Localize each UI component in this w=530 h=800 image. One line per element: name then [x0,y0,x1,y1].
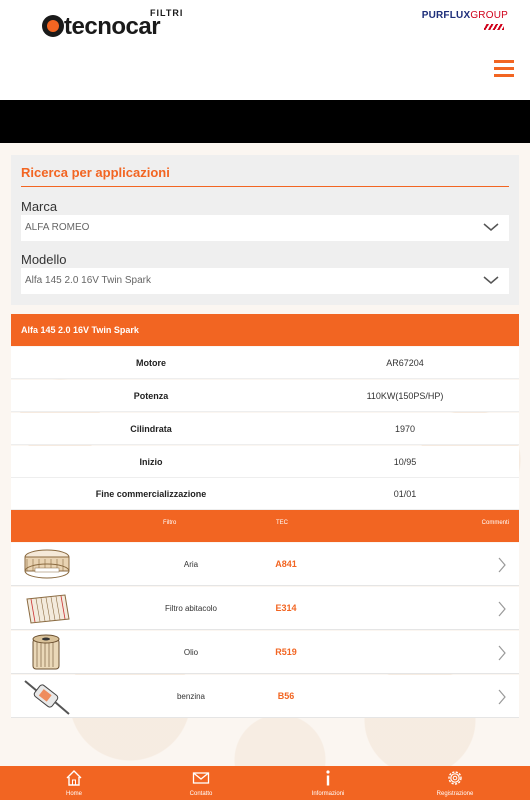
modello-select[interactable]: Alfa 145 2.0 16V Twin Spark [21,268,509,294]
search-divider [21,186,509,187]
nav-registrazione[interactable]: Registrazione [415,766,495,800]
vehicle-title: Alfa 145 2.0 16V Twin Spark [21,325,139,335]
spec-row-cilindrata: Cilindrata 1970 [11,413,519,445]
nav-contatto[interactable]: Contatto [161,766,241,800]
vehicle-header: Alfa 145 2.0 16V Twin Spark [11,314,519,346]
bottom-navigation: Home Contatto Informazioni Registrazione [0,766,530,800]
partner-group: GROUP [470,10,508,21]
mail-icon [192,772,210,784]
filter-row-abitacolo[interactable]: Filtro abitacolo E314 [11,587,519,630]
app-header: FILTRI tecnocar PURFLUXGROUP [0,0,530,100]
chevron-down-icon [483,276,499,284]
marca-label: Marca [21,199,58,214]
fuel-filter-icon [24,680,70,715]
filter-code[interactable]: B56 [241,691,331,701]
modello-label: Modello [21,252,67,267]
column-header-tec: TEC [276,520,288,526]
filter-code[interactable]: E314 [241,603,331,613]
filter-row-olio[interactable]: Olio R519 [11,631,519,674]
search-title: Ricerca per applicazioni [21,165,170,180]
spec-label: Motore [136,358,166,368]
banner-bar [0,100,530,143]
partner-name: PURFLUX [421,10,471,21]
search-panel: Ricerca per applicazioni Marca ALFA ROME… [11,155,519,305]
oil-filter-icon [32,634,60,670]
spec-label: Inizio [139,457,163,467]
air-filter-icon [24,549,70,579]
filter-code[interactable]: R519 [241,647,331,657]
filter-row-benzina[interactable]: benzina B56 [11,675,519,718]
home-icon [66,770,82,786]
purflux-group-logo[interactable]: PURFLUXGROUP [418,8,508,32]
nav-label: Contatto [189,791,213,797]
chevron-right-icon[interactable] [497,557,507,573]
spec-label: Potenza [133,391,169,401]
chevron-right-icon[interactable] [497,689,507,705]
nav-label: Registrazione [436,791,474,797]
filter-row-aria[interactable]: Aria A841 [11,543,519,586]
spec-row-potenza: Potenza 110KW(150PS/HP) [11,380,519,412]
chevron-down-icon [483,223,499,231]
gear-icon [448,771,462,785]
cabin-filter-icon [26,594,70,624]
nav-label: Informazioni [311,791,345,797]
column-header-filtro: Filtro [163,520,177,526]
spec-value: 110KW(150PS/HP) [366,391,444,401]
column-header-commenti: Commenti [481,520,509,526]
spec-label: Cilindrata [130,424,172,434]
nav-informazioni[interactable]: Informazioni [288,766,368,800]
info-icon [326,770,330,786]
nav-label: Home [65,791,82,797]
partner-logo-text: PURFLUXGROUP [422,10,508,21]
partner-stripes-icon [484,24,504,30]
spec-label: Fine commercializzazione [95,489,207,499]
marca-value: ALFA ROMEO [25,222,90,233]
spec-value: AR67204 [386,358,424,368]
logo-mark-icon [42,15,64,37]
spec-row-motore: Motore AR67204 [11,347,519,379]
tecnocar-logo[interactable]: FILTRI tecnocar [42,8,182,40]
spec-value: 10/95 [393,457,417,467]
chevron-right-icon[interactable] [497,601,507,617]
chevron-right-icon[interactable] [497,645,507,661]
marca-select[interactable]: ALFA ROMEO [21,215,509,241]
filter-code[interactable]: A841 [241,559,331,569]
logo-brand-text: tecnocar [64,13,161,40]
spec-value: 01/01 [393,489,417,499]
modello-value: Alfa 145 2.0 16V Twin Spark [25,275,152,286]
filters-table-header: Filtro TEC Commenti [11,510,519,542]
nav-home[interactable]: Home [34,766,114,800]
menu-icon[interactable] [494,60,514,77]
spec-value: 1970 [394,424,416,434]
spec-row-inizio: Inizio 10/95 [11,446,519,478]
spec-row-fine: Fine commercializzazione 01/01 [11,478,519,510]
